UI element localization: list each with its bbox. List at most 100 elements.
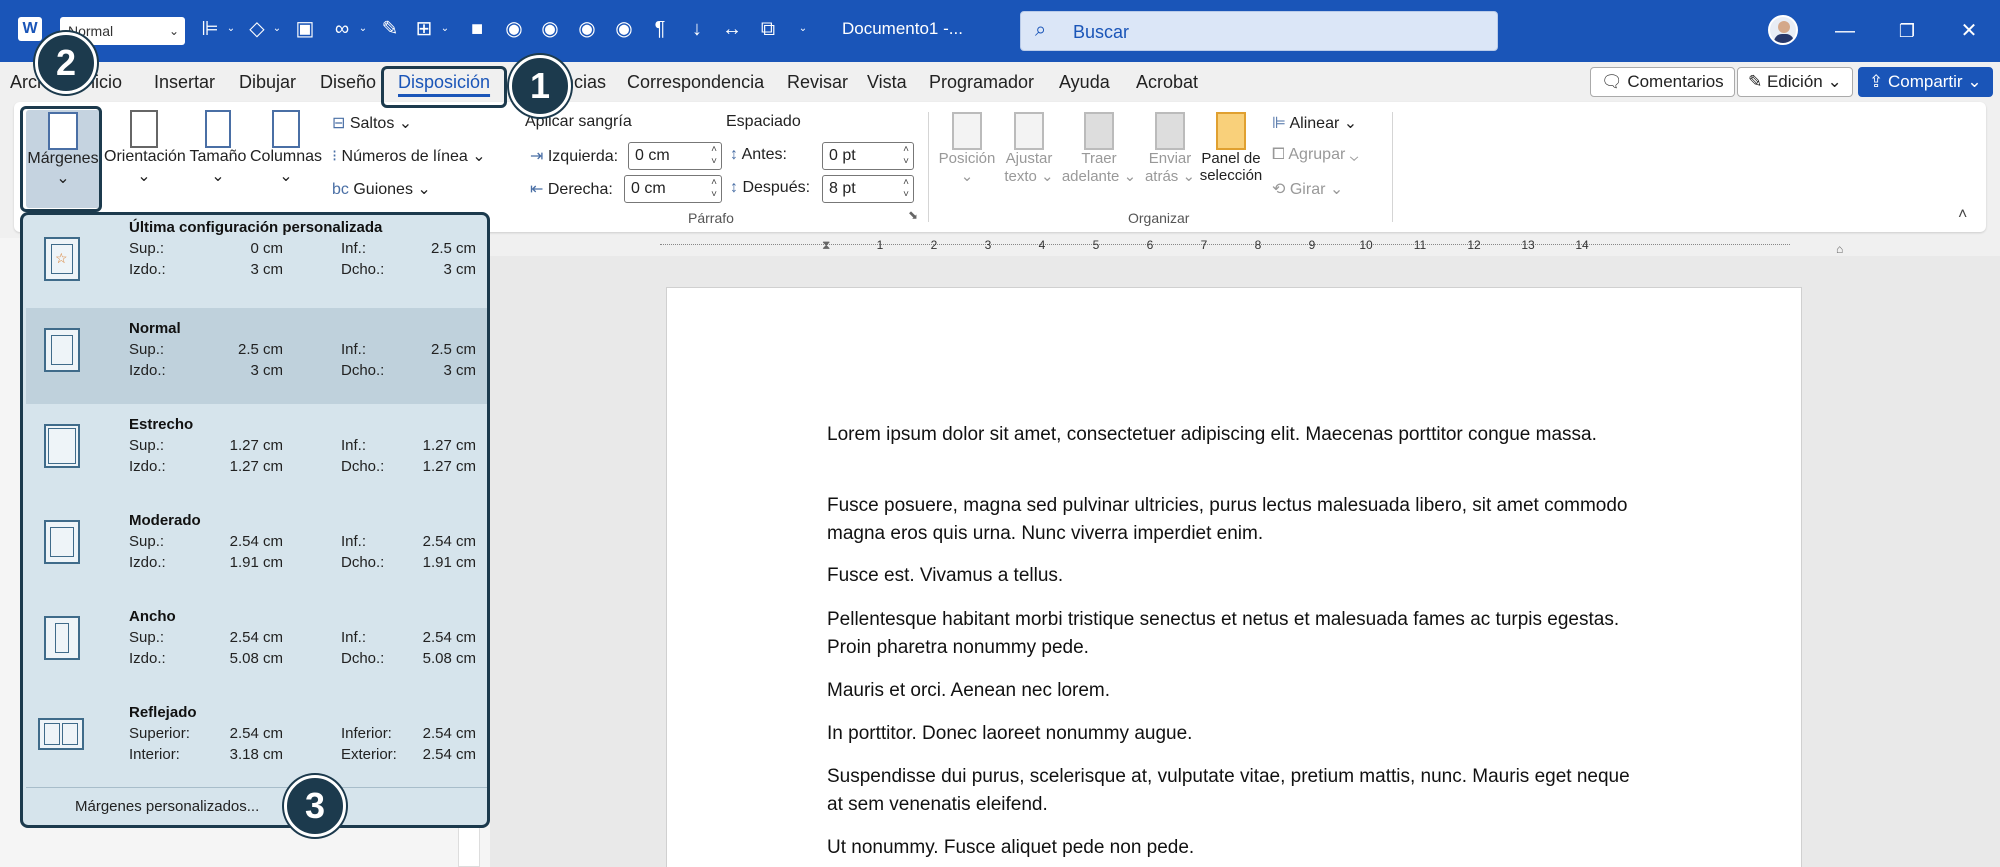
right-indent-input[interactable]: 0 cm ˄ ˅ xyxy=(624,175,722,203)
selection-pane-button[interactable]: Panel de selección xyxy=(1198,112,1264,184)
orientation-button[interactable]: Orientación ⌄ xyxy=(104,110,186,186)
gallery-item-moderate[interactable]: Moderado Sup.: 2.54 cm Inf.: 2.54 cm Izd… xyxy=(26,500,487,596)
indent-marker-icon[interactable]: ⧗ xyxy=(822,238,832,256)
paragraph[interactable]: Fusce posuere, magna sed pulvinar ultric… xyxy=(827,492,1647,548)
spin-arrows-icon[interactable]: ˄ ˅ xyxy=(711,177,717,201)
link-icon[interactable]: ∞ xyxy=(330,17,354,41)
dialog-launcher-icon[interactable]: ⬊ xyxy=(908,208,918,222)
horizontal-ruler[interactable]: ⧗ ⌂ 1 2 3 4 5 6 7 8 9 10 11 12 13 14 xyxy=(660,238,1843,256)
position-button[interactable]: Posición ⌄ xyxy=(936,112,998,185)
close-icon[interactable]: ✕ xyxy=(1954,16,1984,46)
gallery-item-label: Inf.: xyxy=(341,629,367,646)
wrap-text-button[interactable]: Ajustar texto ⌄ xyxy=(998,112,1060,185)
customize-toolbar-icon[interactable]: ⌄ xyxy=(798,22,808,36)
bring-forward-button[interactable]: Traer adelante ⌄ xyxy=(1060,112,1138,185)
rotate-button[interactable]: ⟲ Girar ⌄ xyxy=(1272,179,1343,199)
minimize-icon[interactable]: — xyxy=(1830,16,1860,46)
chevron-down-icon[interactable]: ⌄ xyxy=(272,22,282,36)
tab-programador[interactable]: Programador xyxy=(929,72,1034,93)
chevron-down-icon: ⌄ xyxy=(211,168,225,185)
left-indent-input[interactable]: 0 cm ˄ ˅ xyxy=(628,142,722,170)
size-button[interactable]: Tamaño ⌄ xyxy=(188,110,248,186)
chevron-down-icon[interactable]: ⌄ xyxy=(440,22,450,36)
table-icon[interactable]: ⊞ xyxy=(412,17,436,41)
ruler-number: 8 xyxy=(1254,238,1262,252)
tab-insertar[interactable]: Insertar xyxy=(154,72,215,93)
ruler-number: 3 xyxy=(984,238,992,252)
paragraph[interactable]: Pellentesque habitant morbi tristique se… xyxy=(827,606,1647,662)
columns-icon xyxy=(272,110,300,148)
circle-icon[interactable]: ◉ xyxy=(538,17,562,41)
chevron-down-icon[interactable]: ⌄ xyxy=(358,22,368,36)
arrow-down-icon[interactable]: ↓ xyxy=(685,17,709,41)
send-backward-button[interactable]: Enviar atrás ⌄ xyxy=(1140,112,1200,185)
gallery-item-label: Dcho.: xyxy=(341,554,385,571)
paragraph[interactable]: Suspendisse dui purus, scelerisque at, v… xyxy=(827,763,1647,819)
align-icon: ⊫ xyxy=(1272,115,1290,132)
shapes-icon[interactable]: ◇ xyxy=(245,17,269,41)
gallery-item-last-custom[interactable]: ☆ Última configuración personalizada Sup… xyxy=(26,215,487,311)
paragraph[interactable]: Ut nonummy. Fusce aliquet pede non pede. xyxy=(827,834,1647,862)
search-input[interactable]: ⌕ Buscar xyxy=(1020,11,1498,51)
tab-acrobat[interactable]: Acrobat xyxy=(1136,72,1198,93)
spin-arrows-icon[interactable]: ˄ ˅ xyxy=(711,144,717,168)
tab-diseno[interactable]: Diseño xyxy=(320,72,376,93)
comments-button[interactable]: 🗨 Comentarios xyxy=(1590,67,1735,97)
square-icon[interactable]: ■ xyxy=(465,17,489,41)
align-icon[interactable]: ⊫ xyxy=(198,17,222,41)
share-button[interactable]: ⇪ Compartir ⌄ xyxy=(1858,67,1993,97)
tab-vista[interactable]: Vista xyxy=(867,72,907,93)
hyphenation-button[interactable]: bc Guiones ⌄ xyxy=(332,179,431,199)
columns-button[interactable]: Columnas ⌄ xyxy=(250,110,322,186)
group-button[interactable]: ⧠ Agrupar ⌄ xyxy=(1272,146,1358,164)
editing-button[interactable]: ✎ Edición ⌄ xyxy=(1737,67,1853,97)
align-button[interactable]: ⊫ Alinear ⌄ xyxy=(1272,113,1357,133)
gallery-item-narrow[interactable]: Estrecho Sup.: 1.27 cm Inf.: 1.27 cm Izd… xyxy=(26,404,487,500)
gallery-item-wide[interactable]: Ancho Sup.: 2.54 cm Inf.: 2.54 cm Izdo.:… xyxy=(26,596,487,692)
chevron-down-icon[interactable]: ⌄ xyxy=(226,22,236,36)
gallery-divider xyxy=(26,787,487,788)
spacing-title: Espaciado xyxy=(726,113,801,130)
gallery-item-label: Inf.: xyxy=(341,437,367,454)
size-label: Tamaño xyxy=(189,148,247,165)
picture-icon[interactable]: ▣ xyxy=(293,17,317,41)
width-icon[interactable]: ↔ xyxy=(720,17,744,41)
tab-dibujar[interactable]: Dibujar xyxy=(239,72,296,93)
gallery-item-normal[interactable]: Normal Sup.: 2.5 cm Inf.: 2.5 cm Izdo.: … xyxy=(26,308,487,404)
gallery-item-value: 2.54 cm xyxy=(229,629,283,646)
custom-margins-button[interactable]: Márgenes personalizados... xyxy=(75,798,259,815)
tab-revisar[interactable]: Revisar xyxy=(787,72,848,93)
circle-icon[interactable]: ◉ xyxy=(575,17,599,41)
format-painter-icon[interactable]: ✎ xyxy=(378,17,402,41)
selection-pane-label-2: selección xyxy=(1199,167,1263,184)
spacing-after-input[interactable]: 8 pt ˄ ˅ xyxy=(822,175,914,203)
orientation-icon xyxy=(130,110,158,148)
line-numbers-button[interactable]: ⁝ Números de línea ⌄ xyxy=(332,146,486,166)
circle-icon[interactable]: ◉ xyxy=(502,17,526,41)
gallery-item-value: 3.18 cm xyxy=(229,746,283,763)
spacing-before-input[interactable]: 0 pt ˄ ˅ xyxy=(822,142,914,170)
gallery-item-mirrored[interactable]: Reflejado Superior: 2.54 cm Inferior: 2.… xyxy=(26,692,487,788)
breaks-button[interactable]: ⊟ Saltos ⌄ xyxy=(332,113,412,133)
spin-arrows-icon[interactable]: ˄ ˅ xyxy=(903,144,909,168)
restore-icon[interactable]: ❐ xyxy=(1892,16,1922,46)
circle-icon[interactable]: ◉ xyxy=(612,17,636,41)
columns-icon[interactable]: ⧉ xyxy=(756,17,780,41)
paragraph[interactable]: In porttitor. Donec laoreet nonummy augu… xyxy=(827,720,1647,748)
collapse-ribbon-icon[interactable]: ˄ xyxy=(1958,206,1967,224)
spin-arrows-icon[interactable]: ˄ ˅ xyxy=(903,177,909,201)
gallery-item-value: 1.27 cm xyxy=(229,437,283,454)
tab-correspondencia[interactable]: Correspondencia xyxy=(627,72,764,93)
indent-left-icon: ⇥ xyxy=(530,148,548,165)
tab-ayuda[interactable]: Ayuda xyxy=(1059,72,1110,93)
pilcrow-icon[interactable]: ¶ xyxy=(648,17,672,41)
after-text: Después: xyxy=(742,179,811,196)
ruler-number: 4 xyxy=(1038,238,1046,252)
arrange-group-label: Organizar xyxy=(1128,210,1190,226)
avatar[interactable] xyxy=(1768,15,1798,45)
orientation-label: Orientación xyxy=(104,148,186,165)
right-indent-marker-icon[interactable]: ⌂ xyxy=(1836,242,1843,256)
paragraph[interactable]: Fusce est. Vivamus a tellus. xyxy=(827,562,1647,590)
paragraph[interactable]: Lorem ipsum dolor sit amet, consectetuer… xyxy=(827,421,1647,449)
paragraph[interactable]: Mauris et orci. Aenean nec lorem. xyxy=(827,677,1647,705)
